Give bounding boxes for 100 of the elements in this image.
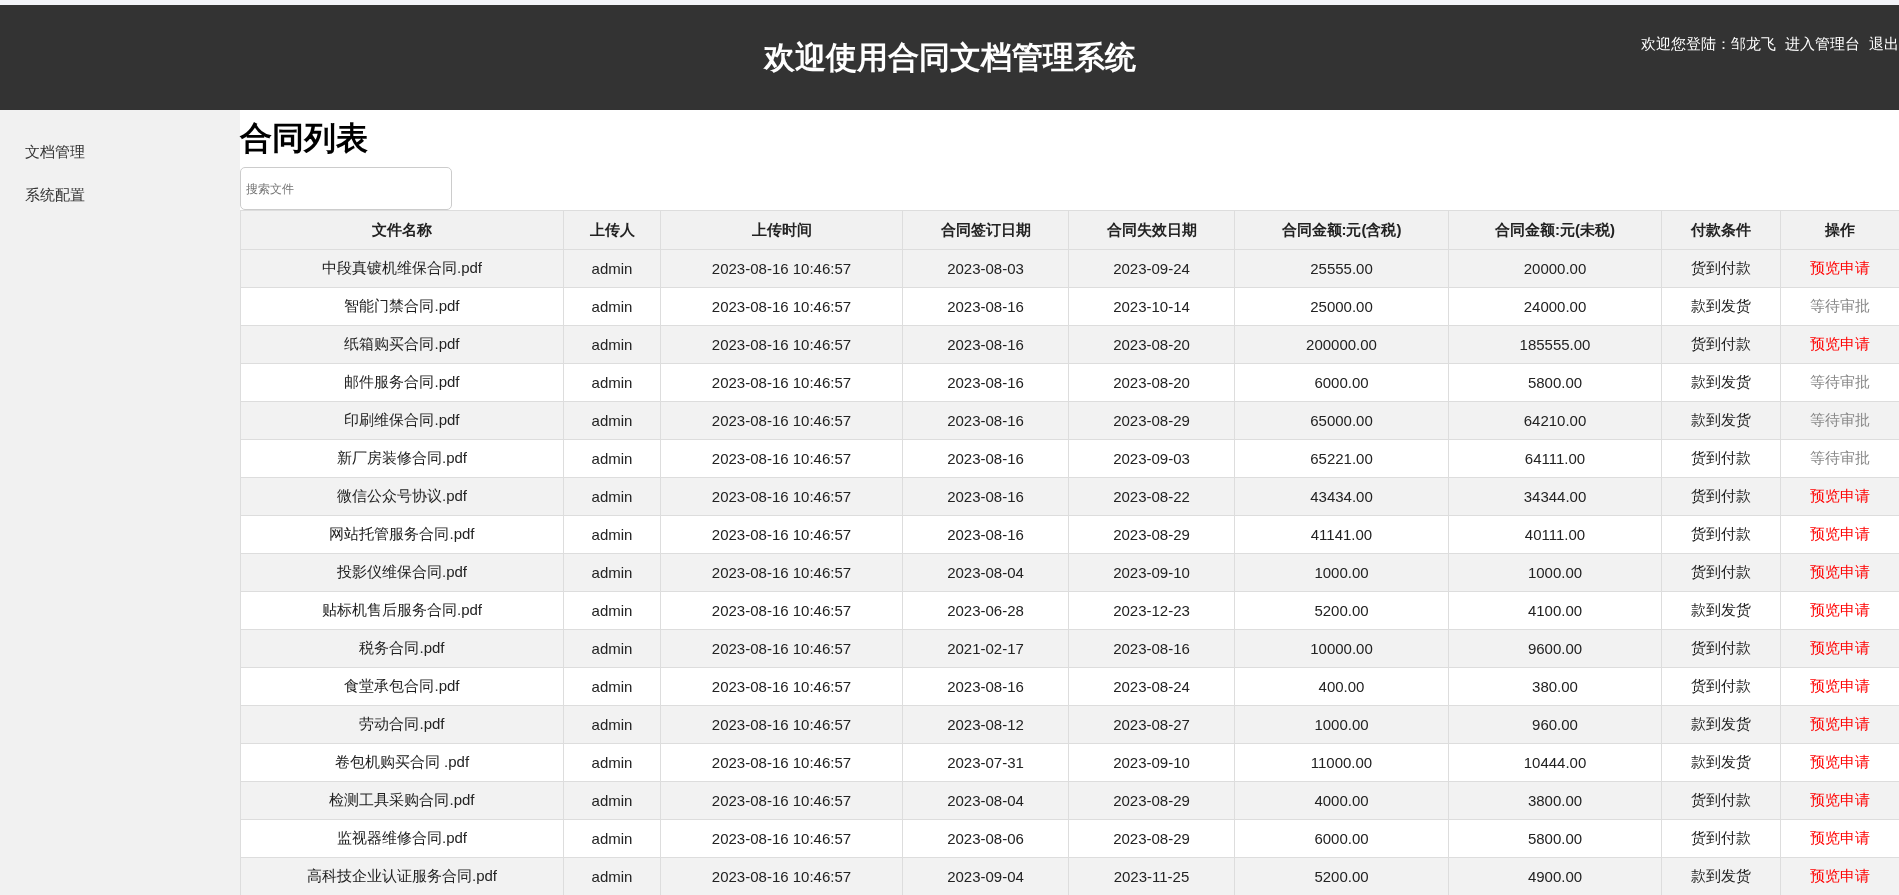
table-cell: 1000.00 bbox=[1314, 716, 1369, 733]
table-cell: 20000.00 bbox=[1523, 260, 1587, 277]
table-cell: 960.00 bbox=[1532, 716, 1578, 733]
table-cell: 2023-08-16 10:46:57 bbox=[711, 260, 852, 277]
sidebar-item[interactable]: 文档管理 bbox=[25, 143, 85, 162]
table-cell: 2023-08-16 10:46:57 bbox=[711, 374, 852, 391]
table-cell: 邮件服务合同.pdf bbox=[344, 373, 460, 392]
table-cell: 2023-09-10 bbox=[1113, 754, 1190, 771]
column-header: 合同签订日期 bbox=[902, 210, 1069, 250]
status-text: 等待审批 bbox=[1810, 373, 1870, 392]
column-header: 合同失效日期 bbox=[1068, 210, 1235, 250]
table-cell: 6000.00 bbox=[1314, 374, 1369, 391]
table-cell: 款到发货 bbox=[1691, 411, 1751, 430]
table-cell: 2023-06-28 bbox=[947, 602, 1024, 619]
table-cell: 2023-08-24 bbox=[1113, 678, 1190, 695]
table-cell: 2023-08-16 bbox=[947, 298, 1024, 315]
table-cell: 65221.00 bbox=[1310, 450, 1373, 467]
table-cell: 2023-08-27 bbox=[1113, 716, 1190, 733]
header-link[interactable]: 进入管理台 bbox=[1785, 35, 1860, 54]
table-cell: 41141.00 bbox=[1310, 526, 1373, 543]
table-cell: admin bbox=[591, 412, 633, 429]
table-cell: 智能门禁合同.pdf bbox=[344, 297, 460, 316]
table-cell: 款到发货 bbox=[1691, 753, 1751, 772]
table-cell: 货到付款 bbox=[1691, 449, 1751, 468]
table-cell: admin bbox=[591, 868, 633, 885]
table-cell: 4000.00 bbox=[1314, 792, 1369, 809]
table-cell: 2023-08-16 10:46:57 bbox=[711, 602, 852, 619]
table-cell: 2023-08-29 bbox=[1113, 830, 1190, 847]
table-cell: 2023-08-03 bbox=[947, 260, 1024, 277]
table-cell: 货到付款 bbox=[1691, 335, 1751, 354]
table-cell: 卷包机购买合同 .pdf bbox=[334, 753, 470, 772]
table-cell: 24000.00 bbox=[1523, 298, 1587, 315]
table-cell: 185555.00 bbox=[1519, 336, 1591, 353]
table-cell: 新厂房装修合同.pdf bbox=[337, 449, 467, 468]
table-cell: 2023-08-16 10:46:57 bbox=[711, 830, 852, 847]
column-header: 操作 bbox=[1780, 210, 1899, 250]
table-cell: admin bbox=[591, 526, 633, 543]
table-cell: 65000.00 bbox=[1310, 412, 1373, 429]
table-cell: 2023-08-29 bbox=[1113, 792, 1190, 809]
table-cell: 2023-08-16 bbox=[947, 336, 1024, 353]
table-cell: 中段真镀机维保合同.pdf bbox=[322, 259, 482, 278]
table-cell: 25000.00 bbox=[1310, 298, 1373, 315]
table-cell: 2023-08-16 10:46:57 bbox=[711, 754, 852, 771]
table-cell: 2023-08-04 bbox=[947, 792, 1024, 809]
section-heading: 合同列表 bbox=[240, 119, 368, 158]
table-cell: 43434.00 bbox=[1310, 488, 1373, 505]
table-cell: 2023-08-16 10:46:57 bbox=[711, 792, 852, 809]
table-cell: 2023-08-16 bbox=[947, 488, 1024, 505]
table-cell: 4900.00 bbox=[1527, 868, 1583, 885]
table-cell: 货到付款 bbox=[1691, 563, 1751, 582]
header-link[interactable]: 退出 bbox=[1869, 35, 1899, 54]
table-cell: 2023-08-16 10:46:57 bbox=[711, 298, 852, 315]
column-header: 文件名称 bbox=[240, 210, 564, 250]
table-cell: 贴标机售后服务合同.pdf bbox=[322, 601, 482, 620]
table-cell: 64111.00 bbox=[1524, 450, 1586, 467]
table-cell: 纸箱购买合同.pdf bbox=[344, 335, 460, 354]
status-text: 等待审批 bbox=[1810, 297, 1870, 316]
table-cell: 400.00 bbox=[1318, 678, 1365, 695]
table-cell: admin bbox=[591, 336, 633, 353]
table-cell: 款到发货 bbox=[1691, 867, 1751, 886]
table-cell: admin bbox=[591, 678, 633, 695]
table-cell: 2023-08-16 bbox=[1113, 640, 1190, 657]
table-cell: 印刷维保合同.pdf bbox=[344, 411, 460, 430]
table-cell: 款到发货 bbox=[1691, 297, 1751, 316]
table-cell: admin bbox=[591, 298, 633, 315]
table-cell: 款到发货 bbox=[1691, 715, 1751, 734]
table-cell: 2023-08-16 bbox=[947, 374, 1024, 391]
table-cell: 2023-08-04 bbox=[947, 564, 1024, 581]
table-cell: 2023-12-23 bbox=[1113, 602, 1190, 619]
table-cell: 2023-08-16 bbox=[947, 412, 1024, 429]
table-cell: admin bbox=[591, 754, 633, 771]
table-cell: 64210.00 bbox=[1523, 412, 1587, 429]
table-cell: 款到发货 bbox=[1691, 601, 1751, 620]
table-cell: 高科技企业认证服务合同.pdf bbox=[307, 867, 497, 886]
table-cell: 5200.00 bbox=[1314, 602, 1369, 619]
table-cell: 2023-09-10 bbox=[1113, 564, 1190, 581]
table-cell: 2021-02-17 bbox=[947, 640, 1024, 657]
table-cell: admin bbox=[591, 450, 633, 467]
sidebar-item[interactable]: 系统配置 bbox=[25, 186, 85, 205]
search-field[interactable]: 搜索文件 bbox=[240, 167, 452, 210]
table-cell: 5800.00 bbox=[1527, 374, 1583, 391]
table-cell: 2023-08-16 bbox=[947, 450, 1024, 467]
table-cell: admin bbox=[591, 260, 633, 277]
table-cell: 34344.00 bbox=[1523, 488, 1587, 505]
table-cell: 2023-08-16 10:46:57 bbox=[711, 488, 852, 505]
table-cell: 5800.00 bbox=[1527, 830, 1583, 847]
table-cell: admin bbox=[591, 716, 633, 733]
table-cell: 2023-10-14 bbox=[1113, 298, 1190, 315]
table-cell: 检测工具采购合同.pdf bbox=[329, 791, 475, 810]
table-cell: 2023-07-31 bbox=[947, 754, 1024, 771]
table-cell: 款到发货 bbox=[1691, 373, 1751, 392]
table-cell: admin bbox=[591, 792, 633, 809]
table-cell: 货到付款 bbox=[1691, 829, 1751, 848]
table-cell: 货到付款 bbox=[1691, 677, 1751, 696]
table-cell: 2023-08-20 bbox=[1113, 374, 1190, 391]
table-cell: 2023-08-16 10:46:57 bbox=[711, 336, 852, 353]
status-text: 等待审批 bbox=[1810, 449, 1870, 468]
column-header: 上传时间 bbox=[660, 210, 903, 250]
column-header: 付款条件 bbox=[1661, 210, 1781, 250]
column-header: 上传人 bbox=[563, 210, 661, 250]
